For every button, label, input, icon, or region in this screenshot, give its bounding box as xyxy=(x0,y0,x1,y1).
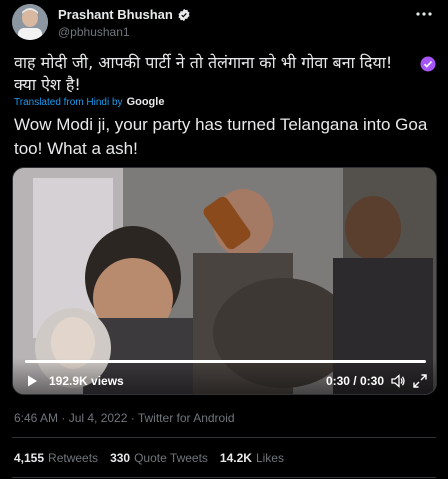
tweet-translation: Wow Modi ji, your party has turned Telan… xyxy=(14,115,428,158)
translated-from-label[interactable]: Translated from Hindi by xyxy=(14,97,123,108)
author-name-row: Prashant Bhushan xyxy=(58,7,191,22)
retweets-stat[interactable]: 4,155 Retweets xyxy=(14,451,98,465)
divider xyxy=(12,437,436,438)
verified-badge-icon xyxy=(178,8,190,21)
tweet-header: Prashant Bhushan @pbhushan1 xyxy=(12,4,436,44)
volume-icon[interactable] xyxy=(390,373,406,389)
tweet-timestamp[interactable]: 6:46 AM · Jul 4, 2022 · Twitter for Andr… xyxy=(14,411,235,425)
retweets-count: 4,155 xyxy=(14,451,45,465)
quote-tweets-stat[interactable]: 330 Quote Tweets xyxy=(110,451,208,465)
avatar[interactable] xyxy=(12,4,48,40)
translate-icon[interactable] xyxy=(420,56,436,72)
retweets-label: Retweets xyxy=(48,451,99,465)
author-name[interactable]: Prashant Bhushan xyxy=(58,7,173,22)
video-views: 192.9K views xyxy=(49,374,124,388)
video-time: 0:30 / 0:30 xyxy=(325,374,384,388)
video-progress-bar[interactable] xyxy=(25,360,426,363)
fullscreen-icon[interactable] xyxy=(412,373,428,389)
author-handle[interactable]: @pbhushan1 xyxy=(58,25,130,39)
more-icon[interactable] xyxy=(412,6,436,22)
likes-label: Likes xyxy=(255,451,284,465)
tweet-stats: 4,155 Retweets 330 Quote Tweets 14.2K Li… xyxy=(14,451,284,465)
translation-attribution: Translated from Hindi by Google xyxy=(14,96,164,108)
quote-tweets-label: Quote Tweets xyxy=(134,451,208,465)
video-progress-fill xyxy=(25,360,426,363)
play-icon[interactable] xyxy=(25,374,39,388)
quote-tweets-count: 330 xyxy=(110,451,131,465)
likes-count: 14.2K xyxy=(219,451,252,465)
likes-stat[interactable]: 14.2K Likes xyxy=(220,451,284,465)
divider xyxy=(12,477,436,478)
tweet-original-text: वाह मोदी जी, आपकी पार्टी ने तो तेलंगाना … xyxy=(14,53,393,94)
video-player[interactable]: 192.9K views 0:30 / 0:30 xyxy=(12,167,437,395)
google-logo: Google xyxy=(126,96,165,108)
